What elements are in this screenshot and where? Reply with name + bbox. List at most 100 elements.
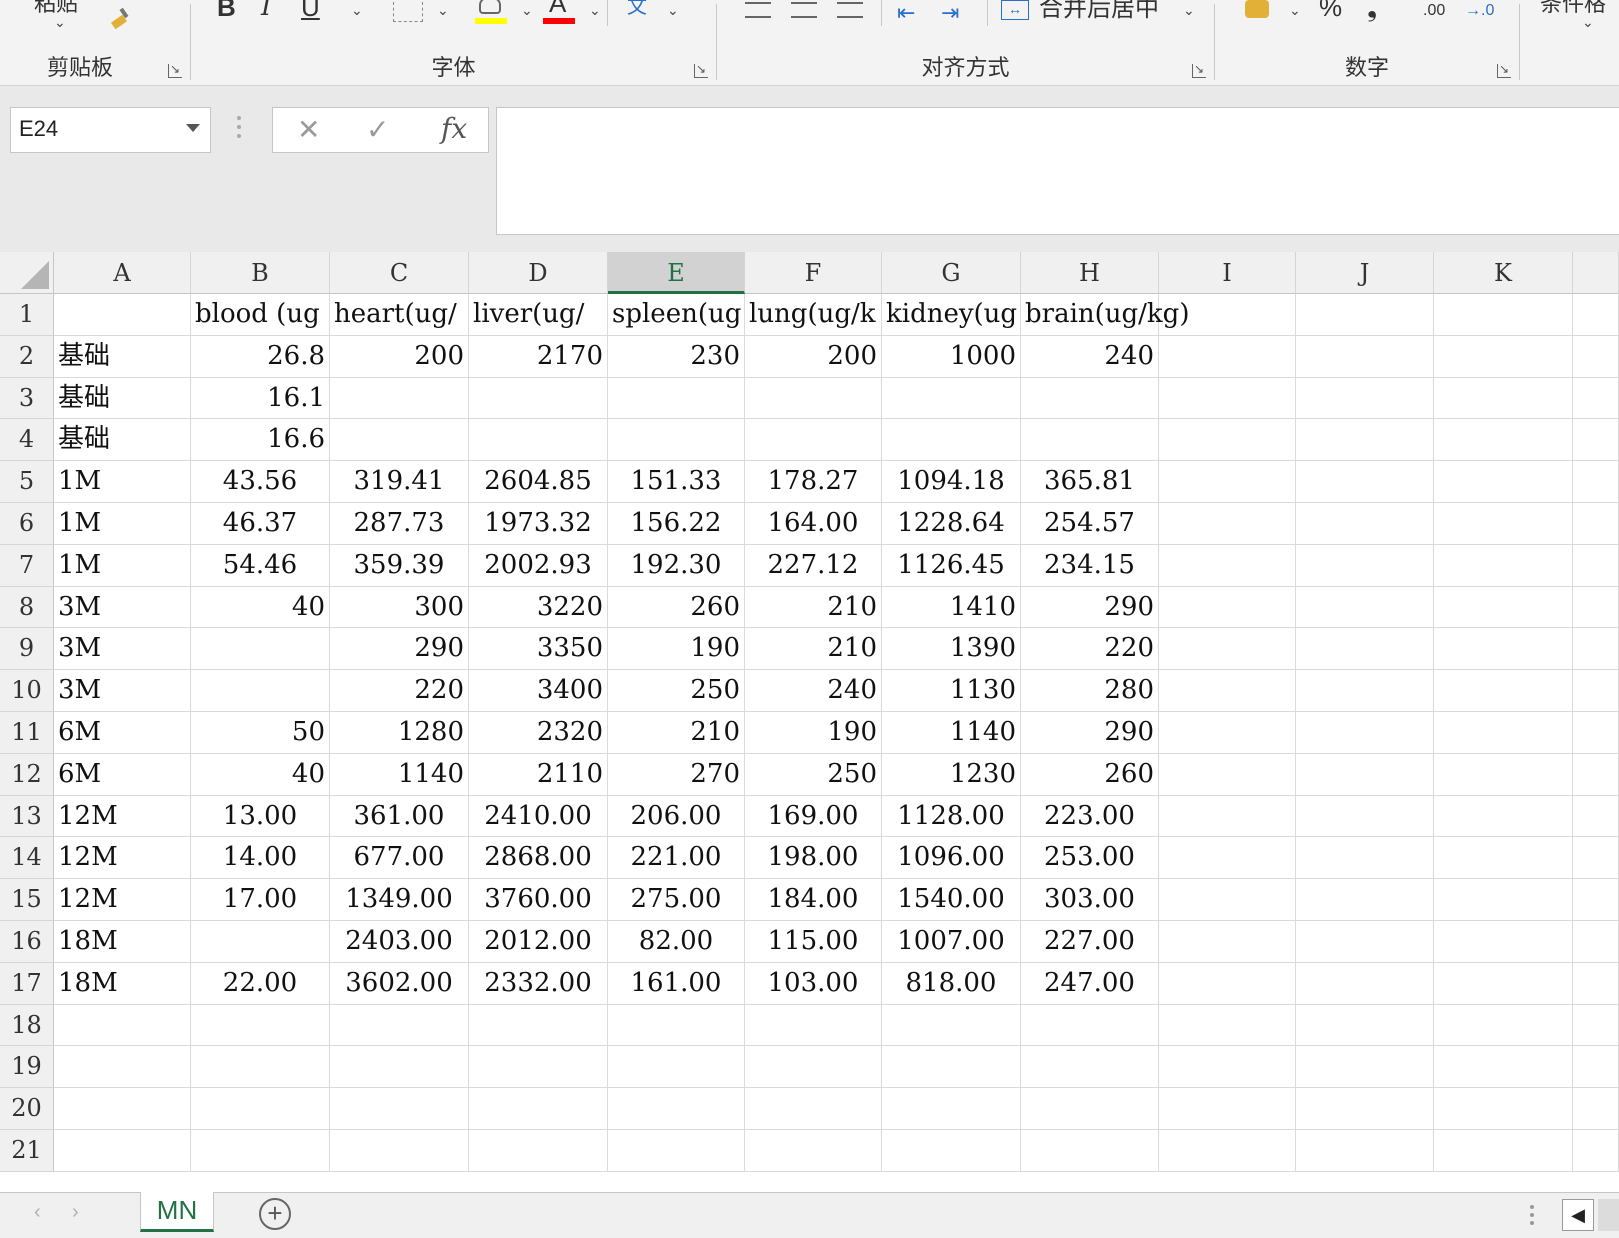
cell[interactable] [1573, 628, 1619, 671]
cell[interactable] [1573, 753, 1619, 796]
cell[interactable]: 3M [54, 670, 191, 712]
cell[interactable] [1573, 879, 1619, 921]
cell[interactable] [1573, 837, 1619, 880]
cell[interactable]: 14.00 [191, 837, 330, 880]
conditional-format-button[interactable]: 条件格 [1540, 0, 1606, 18]
cell[interactable] [469, 1004, 608, 1047]
cell[interactable]: 2320 [469, 712, 608, 754]
cell[interactable] [54, 1088, 191, 1130]
cell[interactable]: 1126.45 [882, 544, 1021, 587]
row-header[interactable]: 21 [0, 1130, 54, 1172]
accounting-dropdown-icon[interactable]: ⌄ [1289, 2, 1301, 19]
cell[interactable]: lung(ug/k [745, 294, 882, 336]
cell[interactable]: 2410.00 [469, 795, 608, 838]
border-dropdown-icon[interactable]: ⌄ [437, 2, 449, 19]
cell[interactable]: 275.00 [608, 879, 745, 921]
cell[interactable] [469, 1088, 608, 1130]
column-header-h[interactable]: H [1021, 252, 1159, 294]
cell[interactable] [608, 1088, 745, 1130]
row-header[interactable]: 18 [0, 1004, 54, 1047]
cell[interactable] [1573, 586, 1619, 629]
cell[interactable]: 161.00 [608, 962, 745, 1005]
cell[interactable]: 1390 [882, 628, 1021, 671]
row-header[interactable]: 12 [0, 753, 54, 796]
cell[interactable] [191, 1130, 330, 1172]
cell[interactable] [191, 628, 330, 671]
cell[interactable]: spleen(ug [608, 294, 745, 336]
cell[interactable]: 220 [1021, 628, 1159, 671]
close-icon[interactable]: ✕ [297, 113, 320, 146]
cell[interactable]: 103.00 [745, 962, 882, 1005]
cell[interactable] [1021, 1046, 1159, 1089]
cell[interactable]: 677.00 [330, 837, 469, 880]
cell[interactable] [1573, 670, 1619, 712]
underline-dropdown-icon[interactable]: ⌄ [351, 2, 363, 19]
cell[interactable]: 280 [1021, 670, 1159, 712]
percent-button[interactable]: % [1319, 0, 1342, 23]
cell[interactable] [745, 377, 882, 420]
cell[interactable] [1434, 1004, 1573, 1047]
cell[interactable] [1434, 1046, 1573, 1089]
cell[interactable] [1434, 670, 1573, 712]
cell[interactable] [745, 1088, 882, 1130]
cell[interactable]: 16.6 [191, 419, 330, 462]
cell[interactable]: 198.00 [745, 837, 882, 880]
row-header[interactable]: 17 [0, 962, 54, 1005]
cell[interactable] [330, 1088, 469, 1130]
decrease-decimal-button[interactable]: →.0 [1465, 2, 1494, 20]
cell[interactable] [1434, 1130, 1573, 1172]
cell[interactable]: 200 [330, 335, 469, 378]
cell[interactable]: 1000 [882, 335, 1021, 378]
cell[interactable]: 210 [745, 586, 882, 629]
cell[interactable]: 3M [54, 586, 191, 629]
cell[interactable] [1434, 962, 1573, 1005]
cell[interactable]: 260 [1021, 753, 1159, 796]
row-header[interactable]: 13 [0, 795, 54, 838]
cell[interactable]: 13.00 [191, 795, 330, 838]
cell[interactable]: 18M [54, 962, 191, 1005]
cell[interactable]: 基础 [54, 377, 191, 420]
cell[interactable]: kidney(ug [882, 294, 1021, 336]
tab-split-grip-icon[interactable] [1530, 1205, 1534, 1229]
cell[interactable] [1159, 921, 1296, 963]
cell[interactable] [1021, 1088, 1159, 1130]
cell[interactable]: 190 [745, 712, 882, 754]
cell[interactable]: 151.33 [608, 461, 745, 503]
cell[interactable]: 2403.00 [330, 921, 469, 963]
row-header[interactable]: 11 [0, 712, 54, 754]
align-left-icon[interactable] [745, 2, 771, 18]
cell[interactable]: 210 [608, 712, 745, 754]
cell[interactable] [469, 1046, 608, 1089]
cell[interactable] [1159, 294, 1296, 336]
increase-indent-icon[interactable]: ⇥ [941, 0, 959, 26]
merge-center-icon[interactable]: ↔ [1001, 0, 1029, 20]
phonetic-dropdown-icon[interactable]: ⌄ [667, 2, 679, 19]
cell[interactable] [1159, 586, 1296, 629]
conditional-format-dropdown-icon[interactable]: ⌄ [1582, 14, 1594, 31]
cell[interactable]: 54.46 [191, 544, 330, 587]
cell[interactable] [1434, 628, 1573, 671]
italic-button[interactable]: I [261, 0, 271, 22]
cell[interactable] [1159, 461, 1296, 503]
cell[interactable]: 17.00 [191, 879, 330, 921]
cell[interactable]: 1140 [882, 712, 1021, 754]
column-header-k[interactable]: K [1434, 252, 1573, 294]
bold-button[interactable]: B [217, 0, 236, 23]
cell[interactable] [1296, 837, 1434, 880]
column-header-e[interactable]: E [608, 252, 745, 294]
cell[interactable] [1296, 461, 1434, 503]
cell[interactable] [1021, 377, 1159, 420]
cell[interactable] [1159, 795, 1296, 838]
cell[interactable]: 1349.00 [330, 879, 469, 921]
name-box-dropdown-icon[interactable] [186, 124, 200, 132]
cell[interactable] [1434, 544, 1573, 587]
cell[interactable] [1159, 1046, 1296, 1089]
cell[interactable] [1434, 879, 1573, 921]
cell[interactable] [1159, 419, 1296, 462]
cell[interactable]: 247.00 [1021, 962, 1159, 1005]
row-header[interactable]: 5 [0, 461, 54, 503]
comma-button[interactable]: ❟ [1367, 0, 1377, 24]
cell[interactable] [1296, 670, 1434, 712]
cell[interactable]: 361.00 [330, 795, 469, 838]
cell[interactable] [608, 419, 745, 462]
